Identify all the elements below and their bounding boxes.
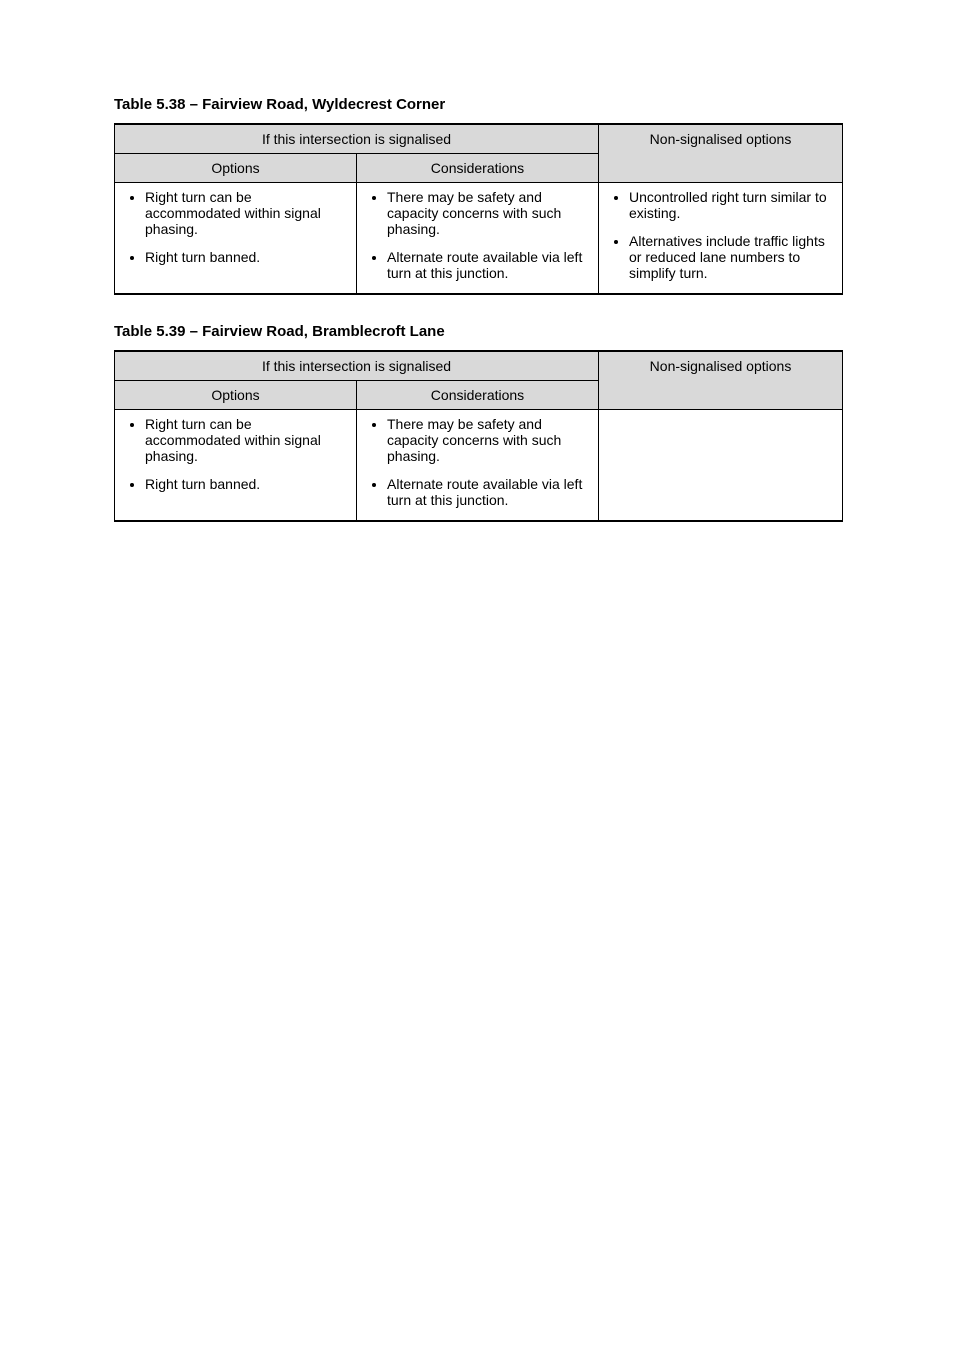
signal-table: If this intersection is signalised Non-s… xyxy=(114,123,843,295)
cell-options: Right turn can be accommodated within si… xyxy=(115,183,357,295)
subheader-considerations: Considerations xyxy=(357,154,599,183)
list-item: Alternate route available via left turn … xyxy=(387,249,590,281)
cell-considerations: There may be safety and capacity concern… xyxy=(357,410,599,522)
list-item: Right turn can be accommodated within si… xyxy=(145,416,348,464)
subheader-options: Options xyxy=(115,154,357,183)
signal-table: If this intersection is signalised Non-s… xyxy=(114,350,843,522)
cell-options: Right turn can be accommodated within si… xyxy=(115,410,357,522)
header-nonsignalised: Non-signalised options xyxy=(599,351,843,410)
list-item: There may be safety and capacity concern… xyxy=(387,189,590,237)
cell-considerations: There may be safety and capacity concern… xyxy=(357,183,599,295)
list-item: Right turn banned. xyxy=(145,249,348,265)
cell-nonsignalised: Uncontrolled right turn similar to exist… xyxy=(599,183,843,295)
table-header-row: If this intersection is signalised Non-s… xyxy=(115,124,843,154)
list-item: Alternatives include traffic lights or r… xyxy=(629,233,834,281)
subheader-considerations: Considerations xyxy=(357,381,599,410)
list-item: Uncontrolled right turn similar to exist… xyxy=(629,189,834,221)
list-item: There may be safety and capacity concern… xyxy=(387,416,590,464)
list-item: Right turn can be accommodated within si… xyxy=(145,189,348,237)
table-title: Table 5.39 – Fairview Road, Bramblecroft… xyxy=(114,323,954,340)
table-body-row: Right turn can be accommodated within si… xyxy=(115,183,843,295)
cell-nonsignalised xyxy=(599,410,843,522)
table-header-row: If this intersection is signalised Non-s… xyxy=(115,351,843,381)
header-signalised: If this intersection is signalised xyxy=(115,124,599,154)
table-body-row: Right turn can be accommodated within si… xyxy=(115,410,843,522)
table-title: Table 5.38 – Fairview Road, Wyldecrest C… xyxy=(114,96,954,113)
header-nonsignalised: Non-signalised options xyxy=(599,124,843,183)
list-item: Alternate route available via left turn … xyxy=(387,476,590,508)
list-item: Right turn banned. xyxy=(145,476,348,492)
header-signalised: If this intersection is signalised xyxy=(115,351,599,381)
subheader-options: Options xyxy=(115,381,357,410)
